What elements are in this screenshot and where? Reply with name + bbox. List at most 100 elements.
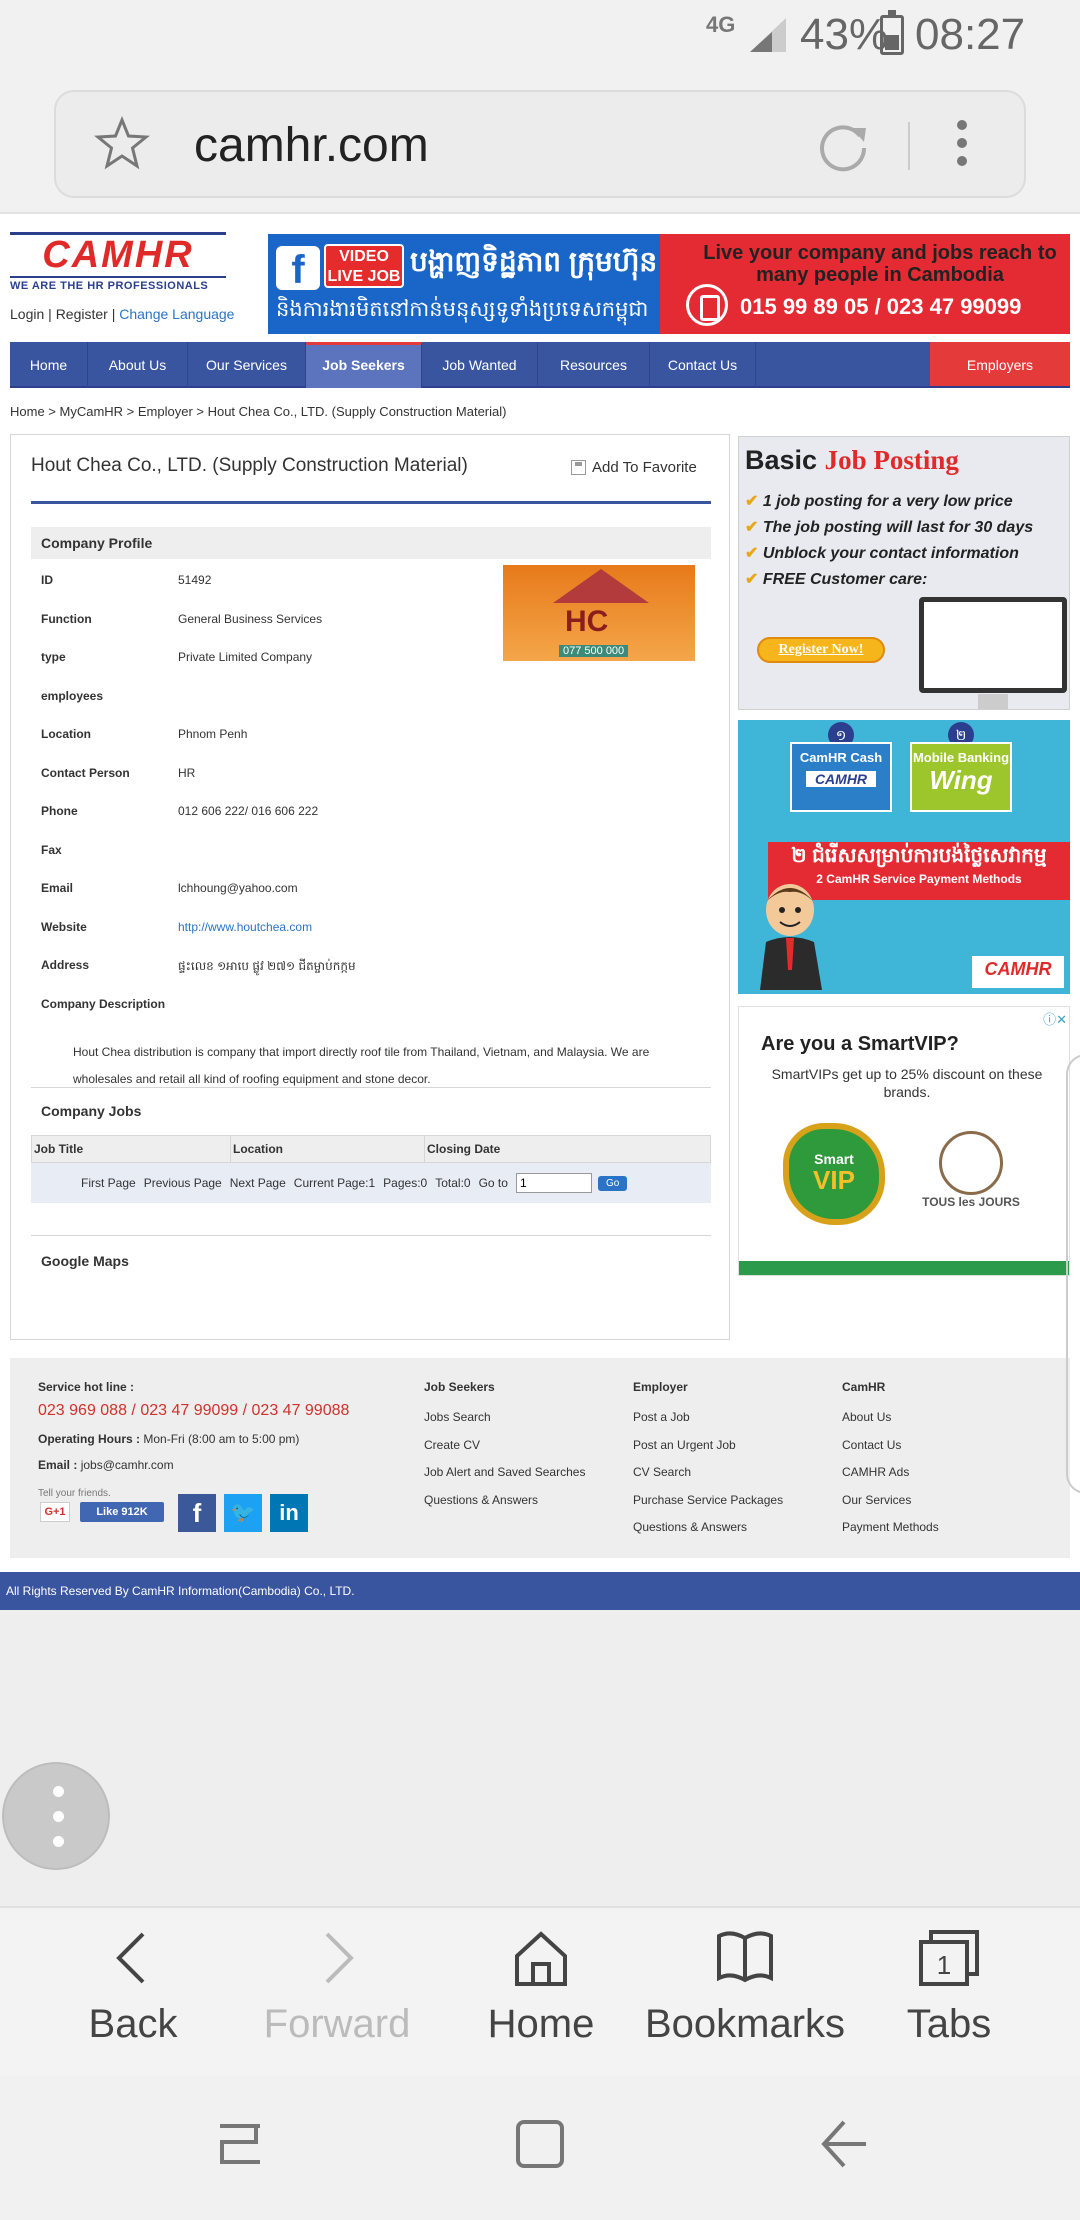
facebook-like-button[interactable]: Like 912K — [80, 1502, 164, 1522]
tabs-button[interactable]: 1 Tabs — [844, 1928, 1054, 2068]
nav-job-seekers[interactable]: Job Seekers — [306, 342, 422, 388]
google-plus-button[interactable]: G+1 — [40, 1502, 70, 1522]
company-title: Hout Chea Co., LTD. (Supply Construction… — [31, 455, 468, 476]
smartvip-title: Are you a SmartVIP? — [761, 1033, 959, 1055]
footer-email[interactable]: jobs@camhr.com — [81, 1458, 174, 1472]
login-link[interactable]: Login — [10, 306, 44, 322]
camhr-cash-label: CamHR Cash — [799, 750, 883, 765]
footer-link[interactable]: Our Services — [842, 1487, 939, 1515]
change-language-link[interactable]: Change Language — [119, 306, 234, 322]
footer-link[interactable]: Create CV — [424, 1432, 585, 1460]
footer-link[interactable]: Post an Urgent Job — [633, 1432, 783, 1460]
nav-resources[interactable]: Resources — [538, 342, 650, 388]
footer-column-employer: Employer Post a Job Post an Urgent Job C… — [633, 1380, 783, 1542]
footer-link[interactable]: Purchase Service Packages — [633, 1487, 783, 1515]
column-location[interactable]: Location — [231, 1136, 425, 1162]
nav-home[interactable]: Home — [10, 342, 88, 388]
nav-job-wanted[interactable]: Job Wanted — [422, 342, 538, 388]
field-label-website: Website — [41, 920, 87, 934]
nav-about-us[interactable]: About Us — [88, 342, 188, 388]
forward-button[interactable]: Forward — [232, 1928, 442, 2068]
banner-khmer-subline: និងការងារមិតនៅកាន់មនុស្សទូទាំងប្រទេសកម្ព… — [276, 298, 649, 321]
previous-page-link[interactable]: Previous Page — [144, 1176, 222, 1190]
video-label: VIDEO — [339, 248, 389, 265]
column-job-title[interactable]: Job Title — [32, 1136, 231, 1162]
home-button[interactable]: Home — [436, 1928, 646, 2068]
address-bar[interactable]: camhr.com — [54, 90, 1026, 198]
register-link[interactable]: Register — [56, 306, 108, 322]
footer-link[interactable]: CV Search — [633, 1459, 783, 1487]
main-nav: Home About Us Our Services Job Seekers J… — [10, 342, 1070, 388]
nav-employers[interactable]: Employers — [930, 342, 1070, 386]
job-posting-ad[interactable]: Basic Job Posting 1 job posting for a ve… — [738, 436, 1070, 710]
divider — [31, 1235, 711, 1236]
footer-link[interactable]: Payment Methods — [842, 1514, 939, 1542]
hours-value: Mon-Fri (8:00 am to 5:00 pm) — [143, 1432, 300, 1446]
footer-link[interactable]: Questions & Answers — [633, 1514, 783, 1542]
ad-bullet: FREE Customer care: — [745, 567, 1033, 593]
status-bar: 4G 43% 08:27 — [0, 0, 1080, 70]
browser-toolbar: Back Forward Home Bookmarks 1 Tabs — [0, 1906, 1080, 2076]
back-system-icon[interactable] — [816, 2116, 872, 2172]
recent-apps-icon[interactable] — [212, 2116, 268, 2172]
more-menu-icon[interactable] — [956, 120, 968, 172]
star-icon[interactable] — [94, 116, 150, 172]
register-now-button[interactable]: Register Now! — [757, 637, 885, 663]
payment-methods-ad[interactable]: ១ ២ CamHR Cash CAMHR Mobile Banking Wing… — [738, 720, 1070, 994]
ad-bullet: Unblock your contact information — [745, 541, 1033, 567]
linkedin-icon[interactable]: in — [270, 1494, 308, 1532]
goto-label: Go to — [478, 1176, 508, 1190]
hotline-label: Service hot line : — [38, 1380, 135, 1394]
footer-link[interactable]: About Us — [842, 1404, 939, 1432]
website-link[interactable]: http://www.houtchea.com — [178, 920, 312, 934]
first-page-link[interactable]: First Page — [81, 1176, 136, 1190]
forward-label: Forward — [263, 2002, 411, 2046]
video-live-job-banner[interactable]: f VIDEO LIVE JOB បង្ហាញទិដ្ឋភាព ក្រុមហ៊ុ… — [268, 234, 1070, 334]
home-system-icon[interactable] — [512, 2116, 568, 2172]
footer-link[interactable]: CAMHR Ads — [842, 1459, 939, 1487]
floating-menu-button[interactable] — [2, 1762, 110, 1870]
back-button[interactable]: Back — [28, 1928, 238, 2068]
footer-link[interactable]: Contact Us — [842, 1432, 939, 1460]
reload-icon[interactable] — [816, 120, 870, 174]
mobile-banking-label: Mobile Banking — [912, 750, 1010, 765]
home-label: Home — [487, 2002, 595, 2046]
ad-bullets: 1 job posting for a very low price The j… — [745, 489, 1033, 593]
divider — [908, 122, 910, 170]
footer-link[interactable]: Post a Job — [633, 1404, 783, 1432]
network-indicator: 4G — [706, 12, 736, 37]
url-text[interactable]: camhr.com — [194, 118, 429, 173]
camhr-logo[interactable]: CAMHR WE ARE THE HR PROFESSIONALS — [10, 232, 226, 292]
footer-link[interactable]: Questions & Answers — [424, 1487, 585, 1515]
field-label-employees: employees — [41, 689, 104, 703]
company-logo: HC 077 500 000 — [503, 565, 695, 661]
pages-count: Pages:0 — [383, 1176, 428, 1190]
jobs-table-header: Job Title Location Closing Date — [31, 1135, 711, 1163]
smartvip-ad[interactable]: ⓘ✕ Are you a SmartVIP? SmartVIPs get up … — [738, 1006, 1070, 1276]
footer-link[interactable]: Job Alert and Saved Searches — [424, 1459, 585, 1487]
column-closing-date[interactable]: Closing Date — [425, 1136, 710, 1162]
edge-panel-handle[interactable] — [1066, 1054, 1080, 1494]
facebook-icon[interactable]: f — [178, 1494, 216, 1532]
adchoices-icon[interactable]: ⓘ✕ — [1043, 1009, 1067, 1028]
email-label: Email : — [38, 1458, 78, 1472]
add-to-favorite-button[interactable]: Add To Favorite — [571, 459, 697, 476]
field-label-id: ID — [41, 573, 53, 587]
logo-brand: CAMHR — [10, 232, 226, 275]
footer-link[interactable]: Jobs Search — [424, 1404, 585, 1432]
camhr-footer-logo: CAMHR — [972, 956, 1064, 988]
payment-khmer-text: ២ ជំរើសសម្រាប់ការបង់ថ្លៃសេវាកម្ម — [791, 845, 1047, 867]
back-label: Back — [88, 2002, 178, 2046]
hotline-numbers[interactable]: 023 969 088 / 023 47 99099 / 023 47 9908… — [38, 1402, 349, 1420]
twitter-icon[interactable]: 🐦 — [224, 1494, 262, 1532]
next-page-link[interactable]: Next Page — [230, 1176, 286, 1190]
signal-icon — [750, 18, 786, 52]
nav-contact-us[interactable]: Contact Us — [650, 342, 756, 388]
go-button[interactable]: Go — [597, 1175, 628, 1191]
goto-page-input[interactable] — [515, 1173, 592, 1193]
field-label-fax: Fax — [41, 843, 62, 857]
title-underline — [31, 501, 711, 504]
nav-our-services[interactable]: Our Services — [188, 342, 306, 388]
bookmarks-button[interactable]: Bookmarks — [640, 1928, 850, 2068]
smart-vip-vip: VIP — [813, 1165, 855, 1195]
